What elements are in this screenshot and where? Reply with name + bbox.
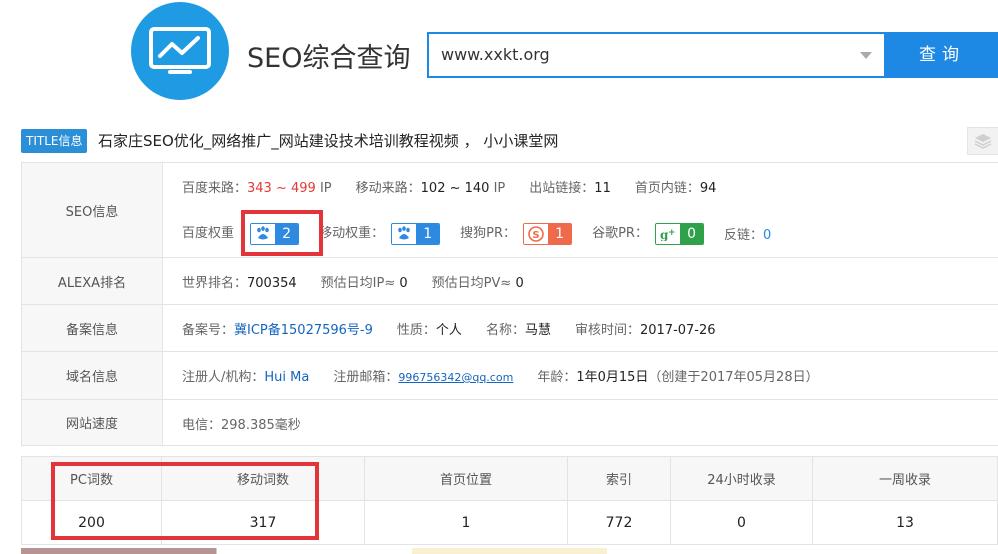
site-logo[interactable] [131, 2, 229, 100]
icp-number-link[interactable]: 冀ICP备15027596号-9 [234, 323, 373, 338]
stats-header: 24小时收录 [670, 456, 813, 501]
sogou-pr[interactable]: 搜狗PR： S 1 [460, 222, 573, 245]
search-button[interactable]: 查询 [886, 32, 998, 78]
backlinks[interactable]: 反链：0 [724, 224, 771, 243]
chart-monitor-icon [149, 27, 211, 74]
registrant: 注册人/机构：Hui Ma [182, 370, 310, 385]
row-label: ALEXA排名 [22, 258, 163, 304]
google-pr-badge[interactable]: g + 0 [655, 222, 705, 245]
row-icp: 备案信息 备案号：冀ICP备15027596号-9 性质：个人 名称：马慧 审核… [22, 305, 998, 352]
internal-links: 首页内链：94 [634, 181, 717, 196]
stats-header: PC词数 [21, 456, 162, 501]
stats-table: PC词数 移动词数 首页位置 索引 24小时收录 一周收录 200 317 1 … [21, 456, 998, 545]
row-domain: 域名信息 注册人/机构：Hui Ma 注册邮箱：996756342@qq.com… [22, 352, 998, 400]
pc-keywords-value[interactable]: 200 [21, 500, 162, 545]
icp-nature: 性质：个人 [396, 323, 462, 338]
row-speed: 网站速度 电信：298.385毫秒 [22, 400, 998, 446]
svg-text:+: + [668, 228, 676, 238]
speed-value: 电信：298.385毫秒 [182, 418, 301, 433]
row-body: 百度来路：343 ~ 499 IP 移动来路：102 ~ 140 IP 出站链接… [163, 163, 998, 257]
row-body: 世界排名：700354 预估日均IP≈ 0 预估日均PV≈ 0 [163, 258, 998, 305]
mobile-keywords-value[interactable]: 317 [161, 500, 365, 545]
google-pr[interactable]: 谷歌PR： g + 0 [592, 222, 705, 245]
icp-number: 备案号：冀ICP备15027596号-9 [182, 323, 373, 338]
bottom-strip [21, 548, 998, 554]
svg-text:S: S [533, 230, 540, 241]
google-plus-icon: g + [656, 223, 681, 244]
outbound-links: 出站链接：11 [529, 181, 611, 196]
row-alexa: ALEXA排名 世界排名：700354 预估日均IP≈ 0 预估日均PV≈ 0 [22, 258, 998, 305]
sogou-icon: S [524, 223, 549, 244]
homepage-position-value: 1 [364, 500, 568, 545]
icp-name: 名称：马慧 [485, 323, 551, 338]
stats-value-row: 200 317 1 772 0 13 [21, 500, 998, 545]
mobile-traffic: 移动来路：102 ~ 140 IP [355, 181, 506, 196]
stats-header: 首页位置 [364, 456, 568, 501]
stats-header-row: PC词数 移动词数 首页位置 索引 24小时收录 一周收录 [21, 456, 998, 501]
layers-icon[interactable] [967, 127, 998, 155]
index-value[interactable]: 772 [567, 500, 671, 545]
search-input[interactable] [441, 34, 841, 76]
title-tag: TITLE信息 [21, 129, 88, 153]
registrant-link[interactable]: Hui Ma [264, 370, 309, 385]
daily-ip: 预估日均IP≈ 0 [320, 276, 408, 291]
baidu-paw-icon [251, 223, 276, 244]
stats-header: 移动词数 [161, 456, 365, 501]
search-box[interactable] [427, 32, 886, 78]
sogou-pr-badge[interactable]: S 1 [523, 222, 573, 245]
daily-pv: 预估日均PV≈ 0 [431, 276, 524, 291]
row-body: 注册人/机构：Hui Ma 注册邮箱：996756342@qq.com 年龄：1… [163, 352, 998, 399]
row-label: 域名信息 [22, 352, 163, 399]
row-label: SEO信息 [22, 163, 163, 257]
dropdown-caret-icon[interactable] [860, 52, 872, 59]
stats-header: 索引 [567, 456, 671, 501]
row-label: 备案信息 [22, 305, 163, 351]
baidu-weight[interactable]: 百度权重 2 [182, 222, 300, 245]
domain-age: 年龄：1年0月15日（创建于2017年05月28日） [537, 370, 819, 385]
row-seo-info: SEO信息 百度来路：343 ~ 499 IP 移动来路：102 ~ 140 I… [22, 163, 998, 258]
baidu-traffic: 百度来路：343 ~ 499 IP [182, 181, 332, 196]
row-body: 电信：298.385毫秒 [163, 400, 998, 447]
site-title-text: 石家庄SEO优化_网络推广_网站建设技术培训教程视频 ， 小小课堂网 [98, 132, 559, 150]
baidu-mobile-icon [392, 223, 417, 244]
row-body: 备案号：冀ICP备15027596号-9 性质：个人 名称：马慧 审核时间：20… [163, 305, 998, 352]
stats-header: 一周收录 [812, 456, 998, 501]
icp-review-time: 审核时间：2017-07-26 [574, 323, 716, 338]
baidu-weight-badge[interactable]: 2 [250, 222, 300, 245]
info-table: SEO信息 百度来路：343 ~ 499 IP 移动来路：102 ~ 140 I… [21, 162, 998, 446]
row-label: 网站速度 [22, 400, 163, 445]
indexed-week-value: 13 [812, 500, 998, 545]
indexed-24h-value: 0 [670, 500, 813, 545]
mobile-weight[interactable]: 移动权重： 1 [319, 222, 441, 245]
app-title: SEO综合查询 [247, 43, 411, 74]
registrant-email: 注册邮箱：996756342@qq.com [333, 370, 514, 385]
email-link[interactable]: 996756342@qq.com [398, 371, 513, 384]
world-rank: 世界排名：700354 [182, 276, 297, 291]
mobile-weight-badge[interactable]: 1 [391, 222, 441, 245]
